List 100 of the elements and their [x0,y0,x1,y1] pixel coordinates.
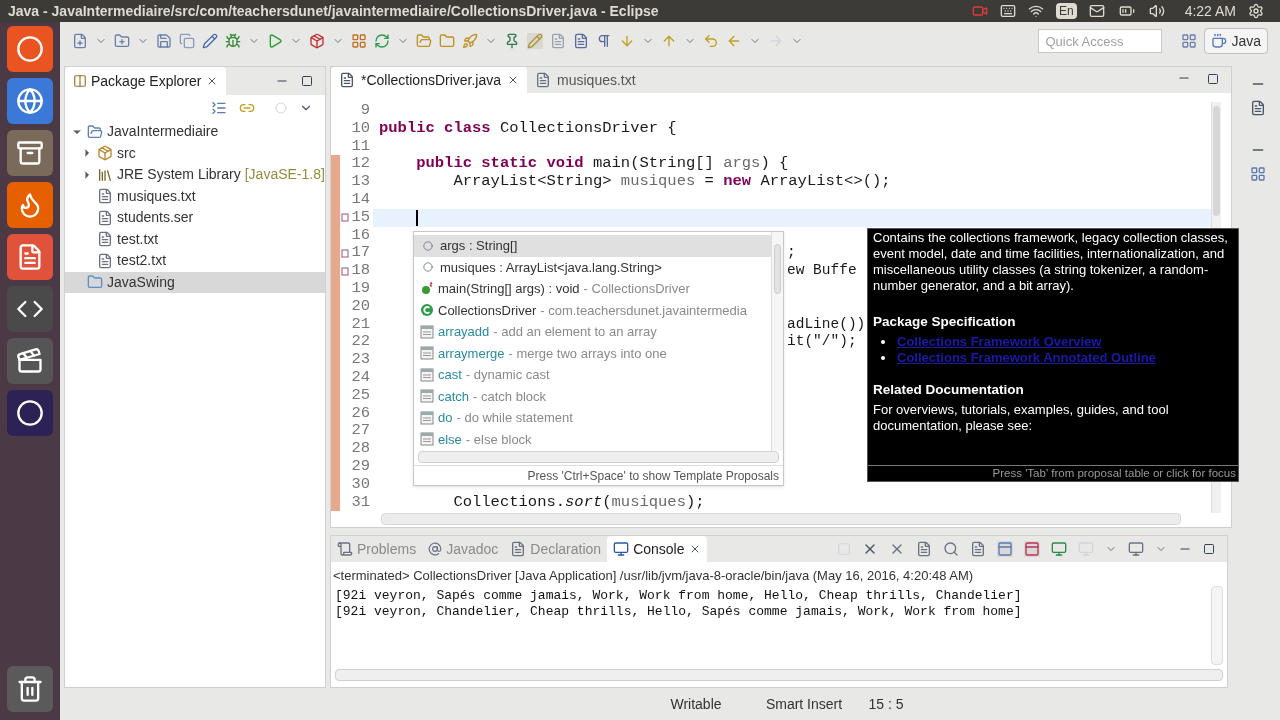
proposal-item[interactable]: cast - dynamic cast [414,364,771,386]
proposal-item[interactable]: main(String[] args) : void - CollectionsDriver [414,278,771,300]
record-icon[interactable] [971,3,988,19]
toolbar-icon[interactable] [179,33,195,49]
toolbar-icon[interactable] [619,33,635,49]
proposal-name: CollectionsDriver [438,301,537,320]
proposal-name: arraymerge [438,344,505,363]
proposal-item[interactable]: do - do while statement [414,407,771,429]
ring-icon[interactable] [7,390,53,436]
method-icon [420,281,434,296]
quick-access-field[interactable]: Quick Access [1038,29,1163,53]
toolbar-icon[interactable] [309,33,325,49]
code-fragment: it("/"); [787,333,857,352]
proposal-item[interactable]: CollectionsDriver - com.teachersdunet.javaintermedia [414,299,771,321]
toolbar-icon[interactable] [462,33,478,49]
open-console-icon[interactable] [1128,541,1144,557]
proposal-name: musiques : ArrayList<java.lang.String> [440,258,662,277]
maximize-icon[interactable] [1207,73,1219,85]
package-icon [97,145,113,162]
toolbar-icon[interactable] [72,33,88,49]
mail-icon[interactable] [1088,3,1105,19]
tree-item[interactable]: test2.txt [65,250,325,272]
toolbar-icon[interactable] [504,33,520,49]
template-icon [420,389,434,404]
show-output-icon[interactable] [997,541,1013,557]
toolbar-icon[interactable] [202,33,218,49]
tree-item[interactable]: musiques.txt [65,185,325,207]
line-number: 24 [351,368,370,387]
proposal-item[interactable]: catch - catch block [414,385,771,407]
tree-item[interactable]: test.txt [65,228,325,250]
tree-item[interactable]: src [65,142,325,164]
code-icon[interactable] [7,286,53,332]
view-tab[interactable]: Console [607,536,707,562]
wifi-icon[interactable] [1027,3,1044,19]
open-perspective-icon[interactable] [1181,33,1198,49]
flame-icon[interactable] [7,182,53,228]
horizontal-scrollbar[interactable] [335,669,1223,681]
toolbar-icon[interactable] [596,33,612,49]
line-number: 29 [351,457,370,476]
keyboard-icon[interactable] [999,3,1016,19]
toolbar-icon[interactable] [156,33,172,49]
drawer-icon[interactable] [7,130,53,176]
toolbar-icon[interactable] [726,33,742,49]
circle-logo-icon[interactable] [7,26,53,72]
clock[interactable]: 4:22 AM [1184,0,1236,22]
tree-item[interactable]: JavaIntermediaire [65,121,325,143]
language-indicator[interactable]: En [1055,3,1077,19]
library-icon [97,166,113,183]
document-icon[interactable] [7,234,53,280]
toolbar-icon[interactable] [374,33,390,49]
outline-icon[interactable] [1250,100,1266,116]
maximize-icon[interactable] [1203,543,1215,555]
tree-item-label: students.ser [117,208,194,228]
line-number: 20 [351,297,370,316]
toolbar-icon[interactable] [267,33,283,49]
toolbar-icon[interactable] [416,33,432,49]
file-icon [535,72,552,88]
proposal-item[interactable]: args : String[] [414,235,771,257]
code-fragment: ; [787,244,796,263]
maximize-icon[interactable] [301,75,313,87]
proposal-detail: - dynamic cast [465,366,550,384]
toolbar-icon[interactable] [661,33,677,49]
toolbar-icon[interactable] [351,33,367,49]
hierarchy-icon[interactable] [1250,166,1266,182]
show-error-icon[interactable] [1024,541,1040,557]
editor-tab[interactable]: *CollectionsDriver.java [331,67,528,93]
tab-label: Console [633,539,685,559]
proposal-item[interactable]: arraymerge - merge two arrays into one [414,342,771,364]
collapse-all-icon[interactable] [211,100,227,116]
proposal-item[interactable]: arrayadd - add an element to an array [414,321,771,343]
vertical-scrollbar[interactable] [771,232,783,451]
toolbar-icon[interactable] [527,33,543,49]
toolbar-icon[interactable] [550,33,566,49]
toolbar-icon[interactable] [439,33,455,49]
settings-icon[interactable] [1248,3,1264,19]
toolbar-icon[interactable] [114,33,130,49]
at-sign-icon [428,542,443,556]
horizontal-scrollbar[interactable] [418,451,779,463]
toolbar-icon[interactable] [225,33,241,49]
clapperboard-icon[interactable] [7,338,53,384]
tree-item[interactable]: students.ser [65,207,325,229]
package-explorer-tab[interactable]: Package Explorer [65,67,226,95]
globe-icon[interactable] [7,78,53,124]
doc-paragraph: Contains the collections framework, legacy collection classes, event model, date and time facilities, internationalization, and miscellaneous utility classes (a string tokenizer, a random-number generator, and a bit array). [873,230,1229,294]
toolbar-icon[interactable] [703,33,719,49]
file-icon [97,252,113,269]
proposal-item[interactable]: else - else block [414,428,771,450]
horizontal-scrollbar[interactable] [381,513,1181,525]
tree-item[interactable]: JavaSwing [65,271,325,293]
proposal-item[interactable]: musiques : ArrayList<java.lang.String> [414,256,771,278]
line-number: 22 [351,333,370,352]
editor-tab[interactable]: musiques.txt [527,67,644,93]
toolbar-icon[interactable] [573,33,589,49]
java-perspective-button[interactable]: Java [1204,28,1268,54]
vertical-scrollbar[interactable] [1211,585,1223,665]
tree-item[interactable]: JRE System Library [JavaSE-1.8] [65,164,325,186]
trash-icon[interactable] [7,666,53,712]
status-field: Smart Insert [752,693,856,715]
volume-icon[interactable] [1148,3,1165,19]
status-field: Writable [640,693,752,715]
